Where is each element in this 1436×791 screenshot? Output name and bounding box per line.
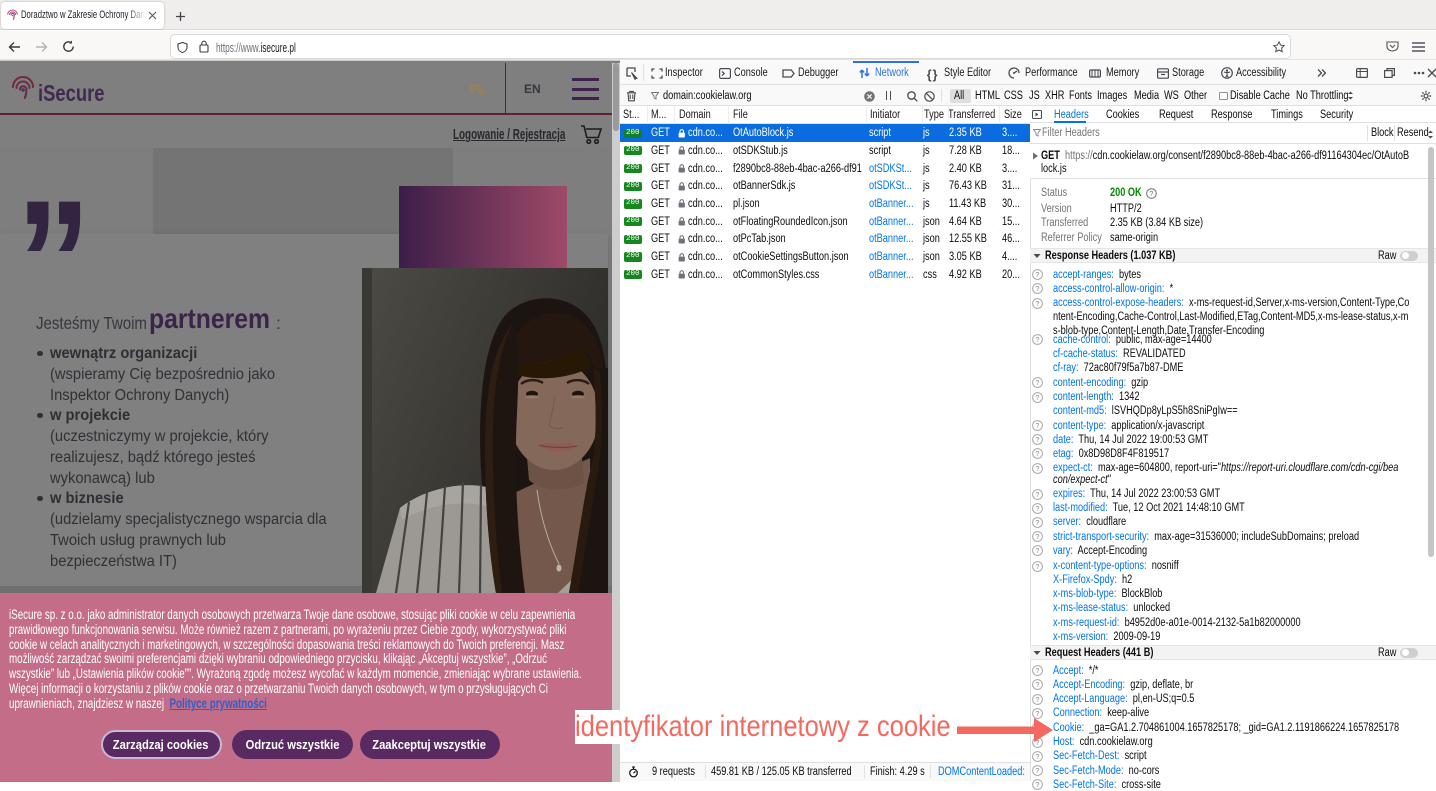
svg-text:?: ? [1035, 490, 1039, 499]
svg-text:?: ? [1035, 547, 1039, 556]
svg-text:?: ? [1035, 752, 1039, 761]
svg-text:?: ? [1035, 766, 1039, 775]
svg-text:?: ? [1035, 562, 1039, 571]
svg-text:?: ? [1035, 464, 1039, 473]
svg-text:?: ? [1035, 421, 1039, 430]
svg-text:?: ? [1035, 379, 1039, 388]
svg-text:?: ? [1035, 666, 1039, 675]
svg-text:?: ? [1149, 189, 1153, 198]
svg-text:?: ? [1035, 695, 1039, 704]
svg-text:?: ? [1035, 532, 1039, 541]
svg-text:?: ? [1035, 284, 1039, 293]
svg-text:?: ? [1035, 270, 1039, 279]
svg-text:?: ? [1035, 299, 1039, 308]
svg-text:?: ? [1035, 680, 1039, 689]
svg-text:?: ? [1035, 336, 1039, 345]
svg-text:?: ? [1035, 504, 1039, 513]
svg-text:?: ? [1035, 435, 1039, 444]
svg-text:?: ? [1035, 780, 1039, 789]
svg-text:?: ? [1035, 393, 1039, 402]
svg-text:?: ? [1035, 518, 1039, 527]
svg-text:?: ? [1035, 449, 1039, 458]
